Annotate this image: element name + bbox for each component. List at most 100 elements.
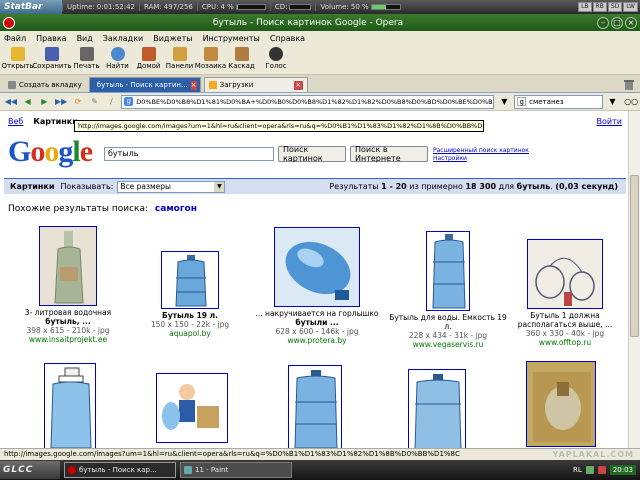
voice-button[interactable]: Голос bbox=[257, 45, 295, 70]
settings-link[interactable]: Настройки bbox=[433, 155, 529, 163]
address-dropdown-icon[interactable]: ▼ bbox=[497, 95, 511, 108]
minimize-icon[interactable]: – bbox=[597, 16, 609, 29]
language-indicator[interactable]: RL bbox=[573, 466, 582, 474]
search-dropdown-icon[interactable]: ▼ bbox=[606, 95, 620, 108]
tile-button[interactable]: Мозаика bbox=[195, 45, 226, 70]
tab-downloads[interactable]: Загрузки × bbox=[203, 77, 308, 92]
result-item[interactable]: 3- литровая водочная бутыль, ... 398 x 61… bbox=[18, 226, 118, 344]
result-thumbnail[interactable] bbox=[274, 227, 360, 307]
menu-bookmarks[interactable]: Закладки bbox=[103, 34, 143, 43]
menu-tools[interactable]: Инструменты bbox=[203, 34, 260, 43]
menu-view[interactable]: Вид bbox=[77, 34, 93, 43]
edit-icon[interactable]: / bbox=[105, 95, 119, 108]
result-item[interactable]: Бутыль 19 л. 150 x 150 - 22k - jpg aquap… bbox=[140, 251, 240, 338]
home-icon bbox=[141, 47, 156, 61]
nav-web-link[interactable]: Веб bbox=[8, 117, 23, 126]
cascade-button[interactable]: Каскад bbox=[226, 45, 257, 70]
menu-widgets[interactable]: Виджеты bbox=[153, 34, 192, 43]
new-tab-button[interactable]: Создать вкладку bbox=[4, 77, 86, 92]
result-item[interactable] bbox=[44, 363, 96, 448]
menu-file[interactable]: Файл bbox=[4, 34, 26, 43]
close-tab-icon[interactable]: × bbox=[190, 80, 197, 90]
logo-letter: o bbox=[30, 135, 45, 168]
size-select[interactable]: Все размеры ▼ bbox=[117, 180, 226, 193]
start-button[interactable]: GLCC bbox=[0, 461, 60, 479]
signin-link[interactable]: Войти bbox=[597, 117, 622, 126]
fast-forward-icon[interactable]: ▶▶ bbox=[54, 95, 68, 108]
result-item[interactable] bbox=[526, 361, 596, 448]
result-meta: 150 x 150 - 22k - jpg bbox=[150, 320, 230, 329]
volume-meter[interactable] bbox=[370, 4, 401, 10]
opera-icon bbox=[68, 466, 76, 474]
result-item[interactable] bbox=[156, 373, 228, 445]
result-item[interactable] bbox=[288, 365, 342, 448]
related-link[interactable]: самогон bbox=[155, 204, 197, 214]
result-thumbnail[interactable] bbox=[527, 239, 603, 309]
wand-icon[interactable]: ✎ bbox=[88, 95, 102, 108]
menu-bar: Файл Правка Вид Закладки Виджеты Инструм… bbox=[0, 31, 640, 45]
search-images-button[interactable]: Поиск картинок bbox=[278, 145, 346, 163]
network-icon[interactable] bbox=[585, 466, 594, 474]
result-thumbnail[interactable] bbox=[44, 363, 96, 448]
tab-downloads-label: Загрузки bbox=[219, 81, 254, 89]
search-field[interactable]: g сметанез bbox=[514, 94, 603, 109]
close-downloads-tab-icon[interactable]: × bbox=[293, 80, 303, 90]
search-web-button[interactable]: Поиск в Интернете bbox=[350, 145, 428, 163]
result-thumbnail[interactable] bbox=[161, 251, 219, 309]
result-item[interactable]: ... накручивается на горлышко бутыли ... … bbox=[252, 227, 382, 345]
result-item[interactable]: Бутыль для воды. Емкость 19 л. 228 x 434 … bbox=[388, 231, 508, 349]
result-item[interactable] bbox=[408, 369, 466, 448]
volume-label: Volume: bbox=[320, 3, 349, 11]
volume-value: 50 % bbox=[350, 3, 369, 11]
statbar-sd-button[interactable]: SD bbox=[607, 2, 623, 12]
forward-icon[interactable]: ▶ bbox=[38, 95, 52, 108]
taskbar-opera[interactable]: бутыль - Поиск кар... bbox=[64, 462, 176, 478]
logo-letter: o bbox=[44, 135, 59, 168]
tab-search[interactable]: бутыль - Поиск картин... × bbox=[88, 77, 201, 92]
save-button[interactable]: Сохранить bbox=[32, 45, 72, 70]
print-button[interactable]: Печать bbox=[71, 45, 102, 70]
page-content: Веб Картинки Войти http://images.google.… bbox=[0, 111, 628, 448]
clock[interactable]: 20:03 bbox=[609, 465, 636, 475]
taskbar: GLCC бутыль - Поиск кар... 11 - Paint RL… bbox=[0, 460, 640, 480]
back-icon[interactable]: ◀ bbox=[21, 95, 35, 108]
statbar-lw-button[interactable]: LW bbox=[623, 2, 638, 12]
maximize-icon[interactable]: □ bbox=[611, 16, 623, 29]
volume-icon[interactable] bbox=[597, 466, 606, 474]
result-thumbnail[interactable] bbox=[408, 369, 466, 448]
result-thumbnail[interactable] bbox=[526, 361, 596, 447]
menu-help[interactable]: Справка bbox=[270, 34, 305, 43]
panels-button[interactable]: Панели bbox=[164, 45, 195, 70]
find-icon bbox=[110, 47, 125, 61]
google-logo[interactable]: Google bbox=[8, 135, 93, 169]
window-titlebar[interactable]: бутыль - Поиск картинок Google - Opera –… bbox=[0, 14, 640, 31]
vertical-scrollbar[interactable] bbox=[628, 111, 640, 448]
statbar-rb-button[interactable]: RB bbox=[592, 2, 607, 12]
statbar-lb-button[interactable]: LB bbox=[578, 2, 592, 12]
result-thumbnail[interactable] bbox=[156, 373, 228, 443]
close-icon[interactable]: × bbox=[625, 16, 637, 29]
result-thumbnail[interactable] bbox=[426, 231, 470, 311]
taskbar-paint[interactable]: 11 - Paint bbox=[180, 462, 292, 478]
panels-label: Панели bbox=[165, 62, 194, 70]
downloads-icon bbox=[208, 81, 217, 89]
home-button[interactable]: Домой bbox=[133, 45, 164, 70]
reload-icon[interactable]: ⟳ bbox=[71, 95, 85, 108]
open-button[interactable]: Открыть bbox=[2, 45, 34, 70]
glasses-icon[interactable]: ○○ bbox=[622, 95, 640, 108]
opera-icon[interactable] bbox=[3, 16, 15, 29]
find-button[interactable]: Найти bbox=[102, 45, 133, 70]
trash-icon[interactable] bbox=[618, 77, 640, 92]
query-input[interactable]: бутыль bbox=[104, 147, 274, 161]
advanced-search-link[interactable]: Расширенный поиск картинок bbox=[433, 147, 529, 155]
menu-edit[interactable]: Правка bbox=[36, 34, 66, 43]
rewind-icon[interactable]: ◀◀ bbox=[4, 95, 18, 108]
search-engine-icon[interactable]: g bbox=[517, 97, 527, 106]
scrollbar-thumb[interactable] bbox=[630, 175, 639, 337]
paint-icon bbox=[184, 466, 192, 474]
result-thumbnail[interactable] bbox=[39, 226, 97, 306]
address-field[interactable]: g D0%BE%D0%B8%D1%81%D0%BA+%D0%B0%D0%B8%D… bbox=[121, 94, 495, 109]
result-thumbnail[interactable] bbox=[288, 365, 342, 448]
find-label: Найти bbox=[106, 62, 129, 70]
result-item[interactable]: Бутыль 1 должна располагаться выше, ... 3… bbox=[508, 239, 622, 347]
